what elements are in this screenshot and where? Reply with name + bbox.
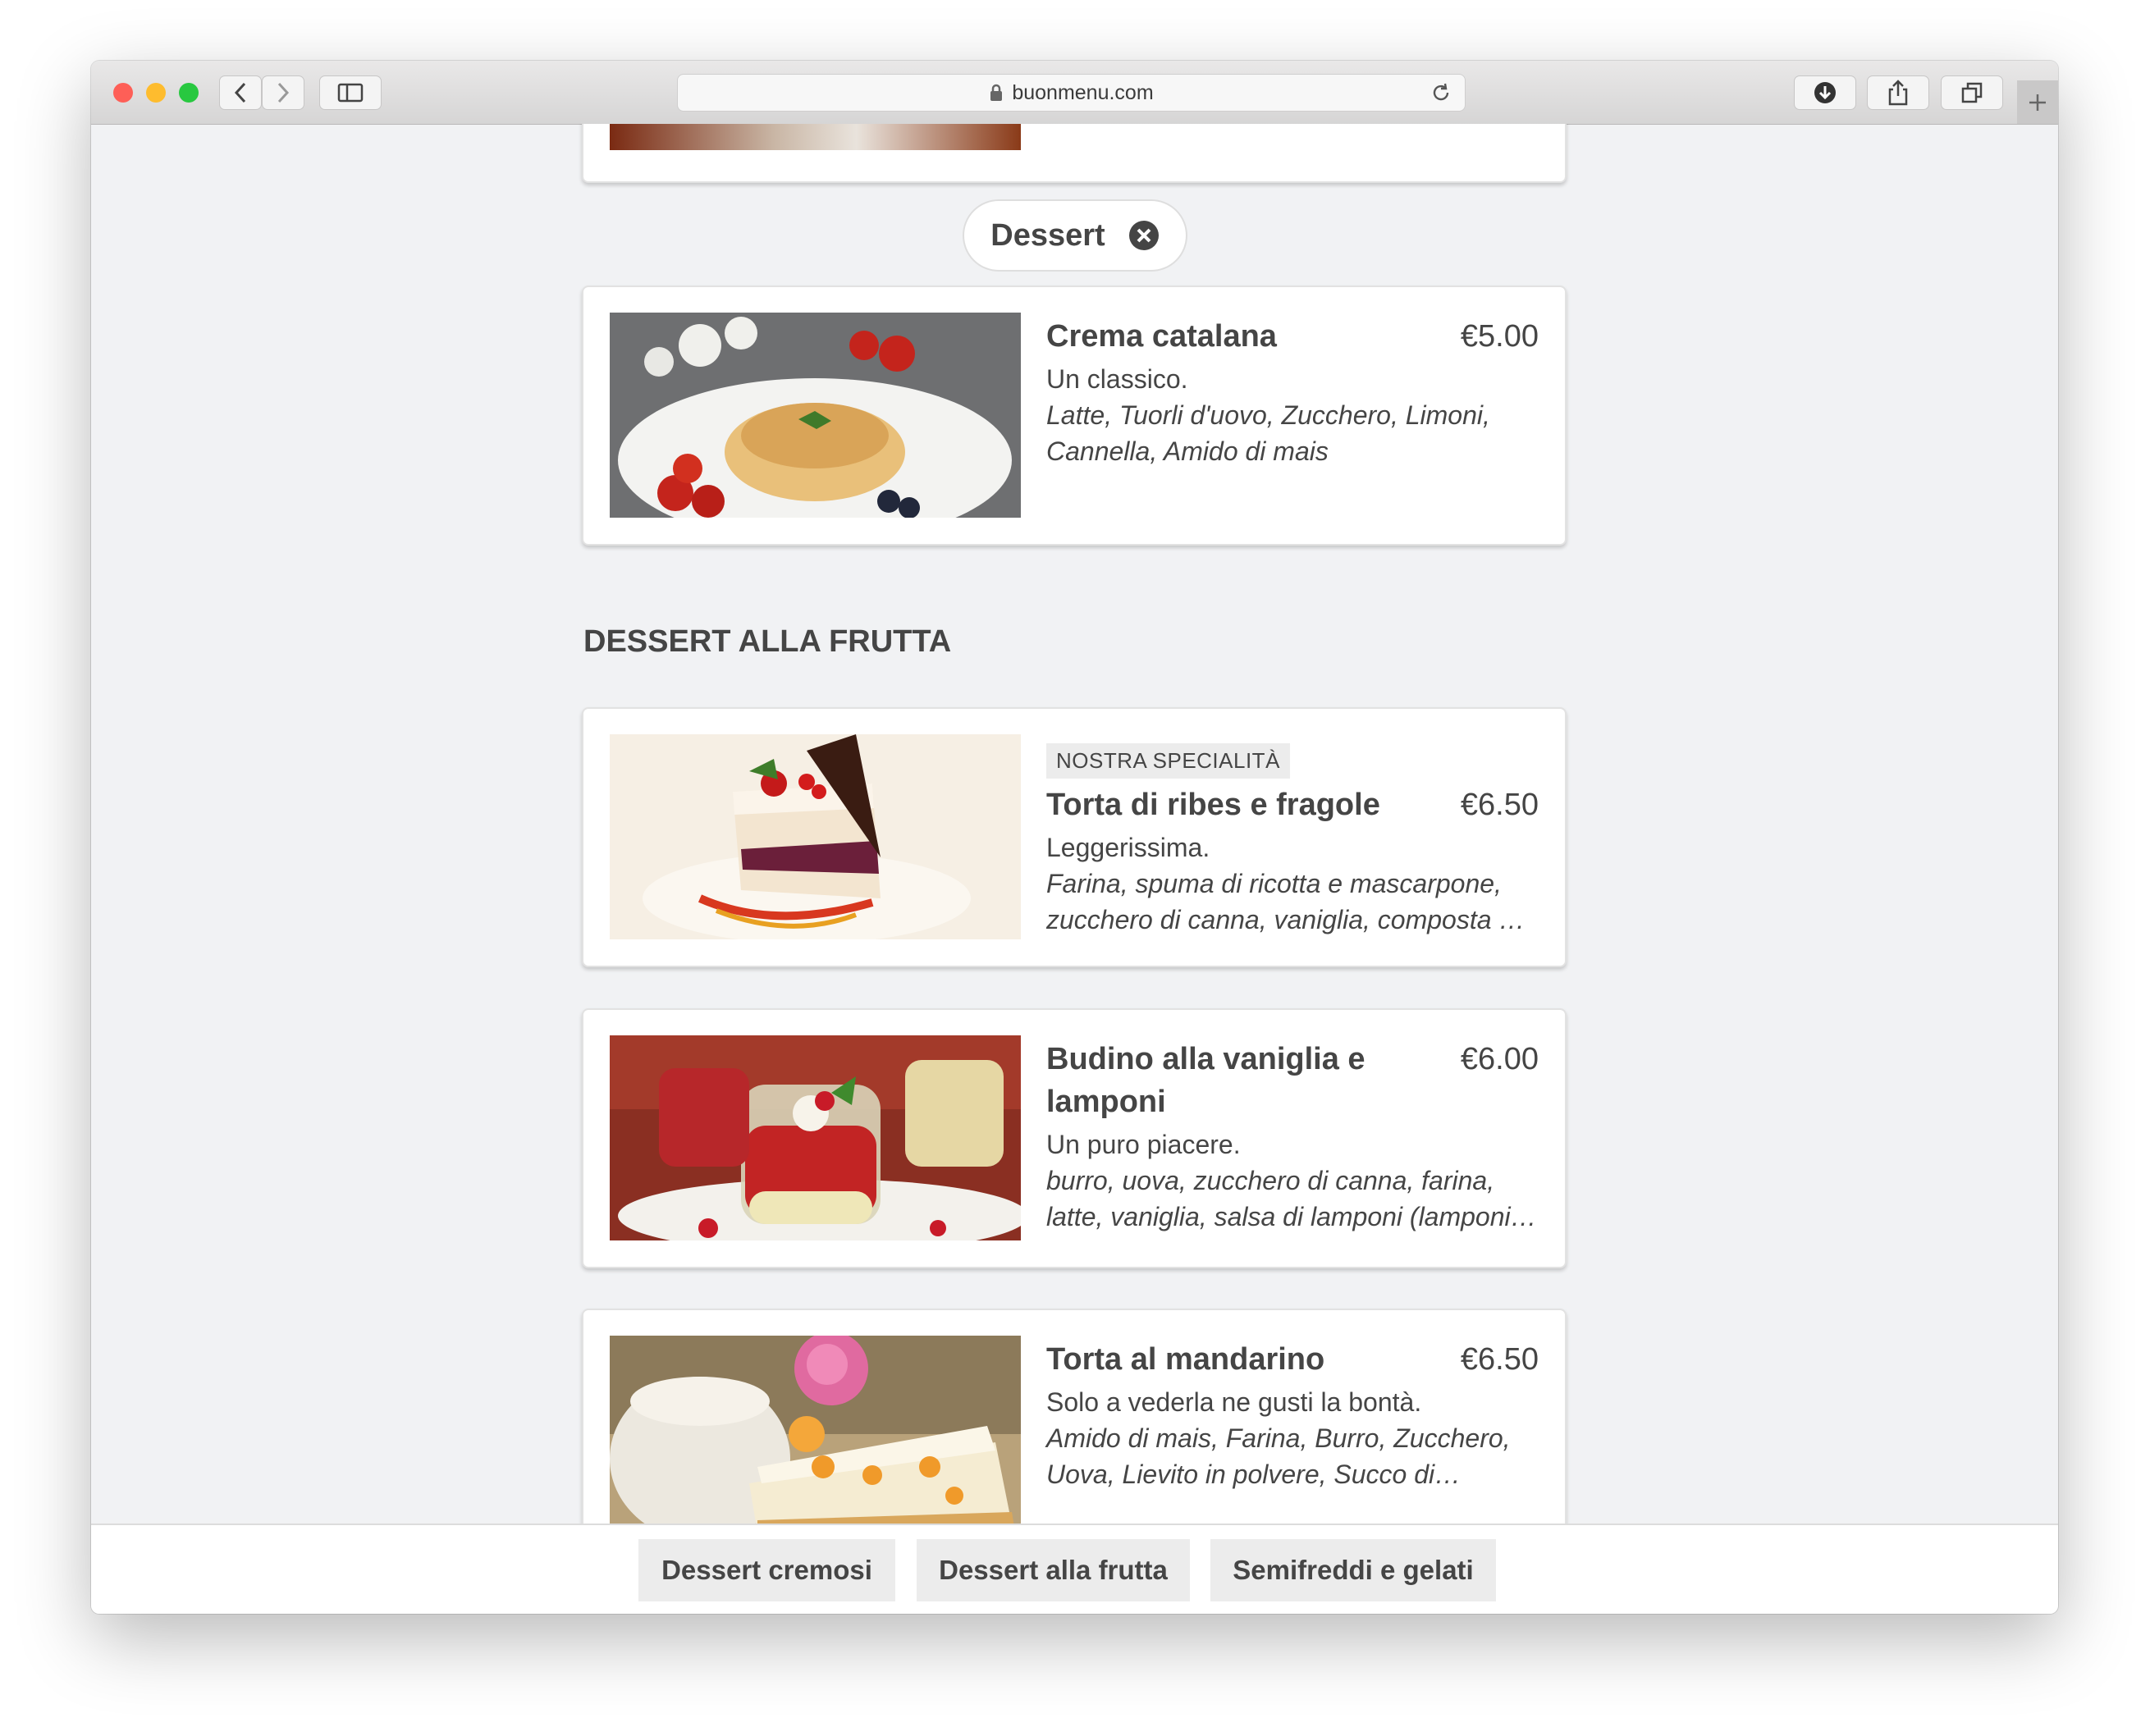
item-price: €6.00 — [1460, 1042, 1539, 1076]
dish-photo — [610, 734, 1021, 939]
back-button[interactable] — [219, 75, 262, 110]
browser-window: buonmenu.com Crema catalana €5.00 Un cla… — [91, 61, 2058, 1614]
item-description: Un puro piacere. — [1046, 1130, 1241, 1159]
clear-filter-icon[interactable] — [1128, 220, 1160, 251]
menu-item-card[interactable]: Budino alla vaniglia e lamponi €6.00 Un … — [582, 1008, 1567, 1268]
share-button[interactable] — [1867, 75, 1929, 110]
item-ingredients: burro, uova, zucchero di canna, farina, … — [1046, 1166, 1537, 1231]
item-description: Un classico. — [1046, 364, 1188, 394]
reload-icon[interactable] — [1430, 82, 1452, 103]
item-price: €6.50 — [1460, 1342, 1539, 1377]
chevron-left-icon — [234, 82, 246, 103]
tabs-overview-button[interactable] — [1941, 75, 2003, 110]
chevron-right-icon — [277, 82, 290, 103]
new-tab-button[interactable] — [2017, 80, 2058, 124]
item-price: €6.50 — [1460, 788, 1539, 822]
dish-photo — [610, 124, 1021, 150]
sidebar-icon — [337, 83, 364, 103]
close-window-button[interactable] — [113, 83, 133, 103]
share-icon — [1888, 80, 1908, 106]
item-info: Budino alla vaniglia e lamponi €6.00 Un … — [1046, 1038, 1539, 1235]
menu-item-card[interactable]: NOSTRA SPECIALITÀ Torta di ribes e frago… — [582, 707, 1567, 967]
item-name: Torta di ribes e fragole — [1046, 788, 1380, 822]
plus-icon — [2029, 94, 2046, 111]
menu-item-card-partial[interactable] — [582, 124, 1567, 183]
section-title: DESSERT ALLA FRUTTA — [583, 624, 952, 659]
item-ingredients: Latte, Tuorli d'uovo, Zucchero, Limoni, … — [1046, 400, 1490, 466]
downloads-button[interactable] — [1794, 75, 1856, 110]
item-ingredients: Farina, spuma di ricotta e mascarpone, z… — [1046, 869, 1526, 934]
download-icon — [1814, 82, 1836, 103]
url-text: buonmenu.com — [1012, 80, 1154, 104]
category-filter-pill[interactable]: Dessert — [963, 199, 1187, 272]
page-content: Crema catalana €5.00 Un classico. Latte,… — [91, 124, 2058, 1614]
item-info: NOSTRA SPECIALITÀ Torta di ribes e frago… — [1046, 743, 1539, 938]
dish-photo — [610, 1035, 1021, 1240]
forward-button[interactable] — [262, 75, 304, 110]
item-description: Solo a vederla ne gusti la bontà. — [1046, 1387, 1422, 1417]
item-name: Torta al mandarino — [1046, 1342, 1325, 1377]
minimize-window-button[interactable] — [146, 83, 166, 103]
item-info: Torta al mandarino €6.50 Solo a vederla … — [1046, 1338, 1539, 1492]
item-name: Crema catalana — [1046, 319, 1277, 354]
item-ingredients: Amido di mais, Farina, Burro, Zucchero, … — [1046, 1423, 1511, 1489]
dish-photo — [610, 313, 1021, 518]
tabs-icon — [1961, 82, 1983, 103]
zoom-window-button[interactable] — [179, 83, 199, 103]
tab-dessert-alla-frutta[interactable]: Dessert alla frutta — [917, 1539, 1190, 1601]
tab-dessert-cremosi[interactable]: Dessert cremosi — [638, 1539, 895, 1601]
sidebar-toggle-button[interactable] — [319, 75, 382, 110]
tab-semifreddi-e-gelati[interactable]: Semifreddi e gelati — [1210, 1539, 1496, 1601]
item-description: Leggerissima. — [1046, 833, 1210, 862]
item-price: €5.00 — [1460, 319, 1539, 354]
category-filter-label: Dessert — [990, 217, 1105, 253]
specialty-badge: NOSTRA SPECIALITÀ — [1046, 743, 1290, 779]
lock-icon — [990, 84, 1003, 101]
menu-item-card[interactable]: Crema catalana €5.00 Un classico. Latte,… — [582, 286, 1567, 546]
address-bar[interactable]: buonmenu.com — [677, 74, 1466, 112]
browser-toolbar: buonmenu.com — [91, 61, 2058, 125]
item-info: Crema catalana €5.00 Un classico. Latte,… — [1046, 315, 1539, 469]
item-name: Budino alla vaniglia e lamponi — [1046, 1042, 1365, 1119]
category-tab-bar: Dessert cremosi Dessert alla frutta Semi… — [91, 1524, 2058, 1614]
dish-photo — [610, 1336, 1021, 1541]
